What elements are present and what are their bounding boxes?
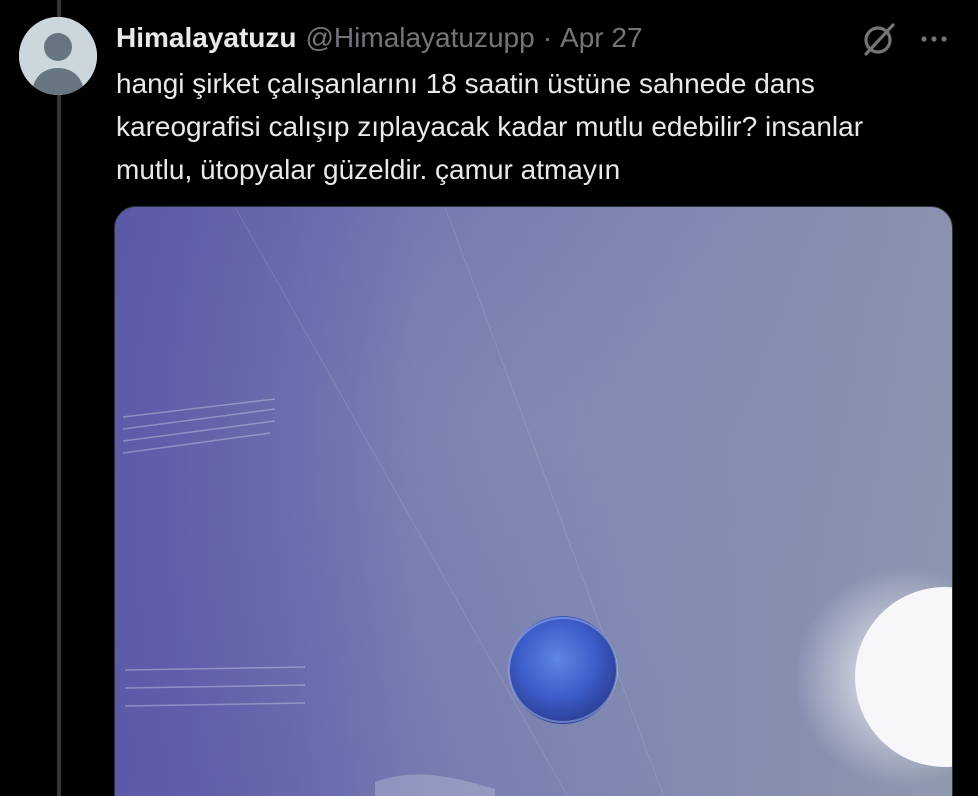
tweet-page: Himalayatuzu @Himalayatuzupp · Apr 27 ha… [0, 0, 978, 796]
author-display-name[interactable]: Himalayatuzu [116, 22, 297, 54]
grok-icon[interactable] [860, 20, 898, 58]
default-avatar-icon [19, 17, 97, 95]
tweet-header: Himalayatuzu @Himalayatuzupp · Apr 27 [116, 18, 643, 58]
author-handle[interactable]: @Himalayatuzupp [306, 22, 535, 54]
separator-dot: · [542, 22, 553, 53]
tweet-text: hangi şirket çalışanlarını 18 saatin üst… [116, 68, 864, 185]
more-options-icon[interactable] [914, 20, 954, 58]
thread-line [57, 0, 61, 796]
avatar[interactable] [19, 17, 97, 95]
tweet-media-video[interactable] [114, 206, 953, 796]
tweet-timestamp[interactable]: Apr 27 [560, 22, 643, 54]
